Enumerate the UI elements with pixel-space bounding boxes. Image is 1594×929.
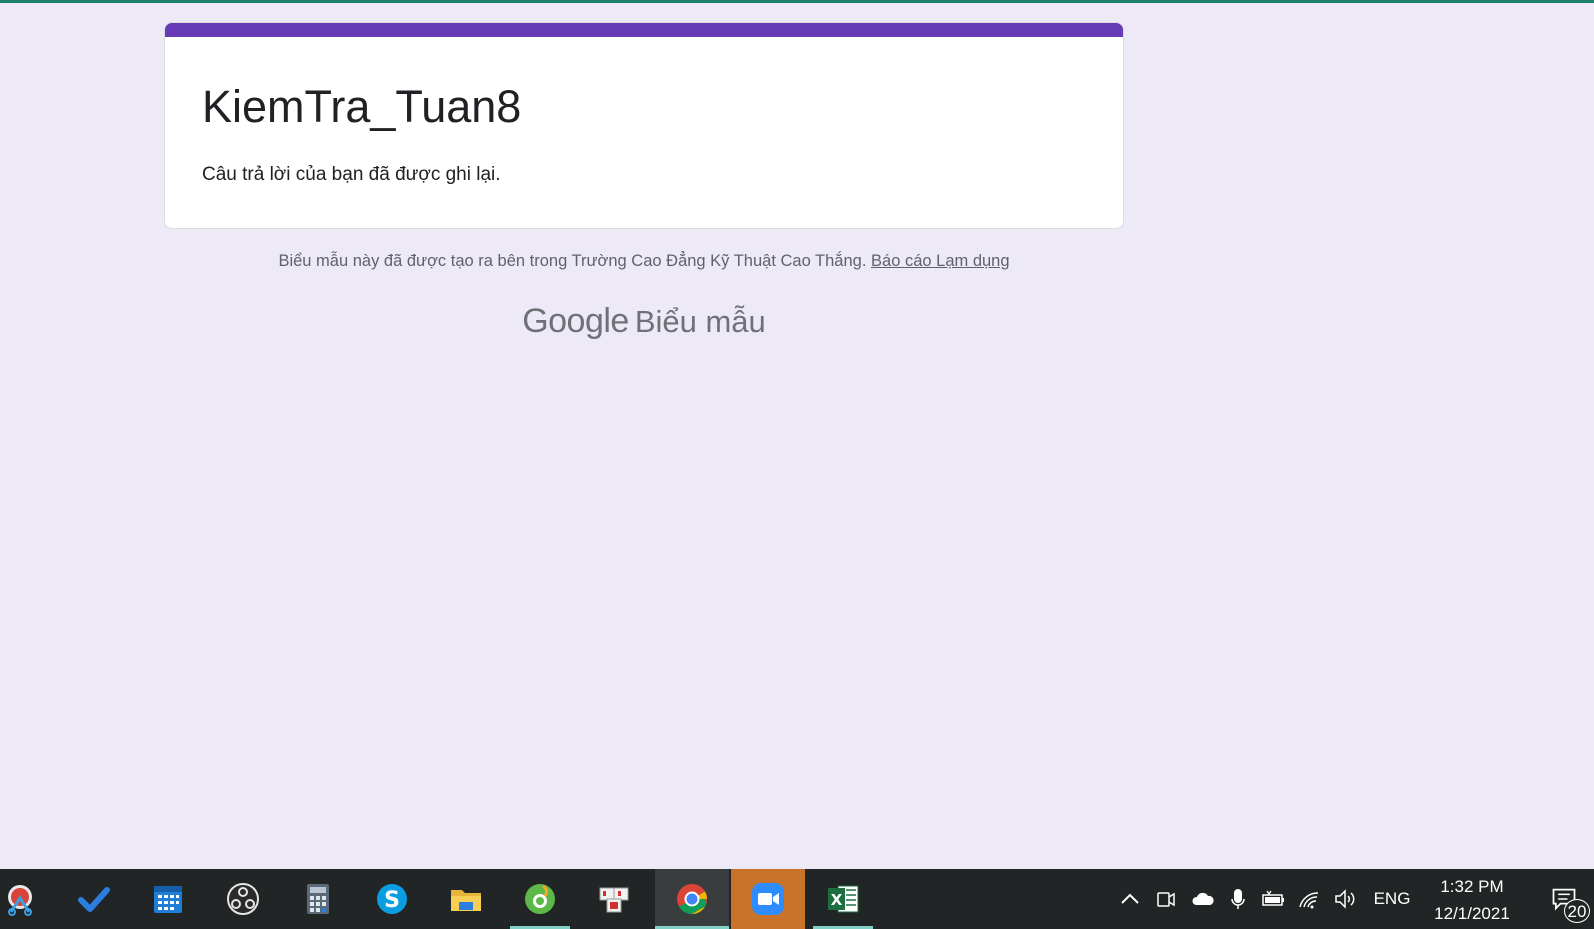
snipping-tool-icon [8,885,32,916]
taskbar-app-explorer[interactable] [436,869,496,929]
input-language[interactable]: ENG [1372,869,1412,929]
tray-meet-now[interactable] [1152,869,1180,929]
calculator-icon [307,884,329,914]
form-title: KiemTra_Tuan8 [202,81,522,132]
unikey-icon [599,887,629,913]
taskbar-app-excel[interactable]: X [813,869,873,929]
forms-wordmark: Biểu mẫu [634,304,766,339]
clock[interactable]: 1:32 PM 12/1/2021 [1422,873,1522,927]
browser-top-border [0,0,1594,3]
skype-icon: S [377,884,407,914]
zoom-icon [752,883,784,915]
taskbar-app-obs[interactable] [213,869,273,929]
taskbar-app-calendar[interactable] [138,869,198,929]
taskbar-app-chrome[interactable] [655,869,729,929]
google-wordmark: Google [522,302,629,340]
battery-charging-icon [1262,890,1284,906]
obs-icon [227,883,259,915]
taskbar-app-coccoc[interactable] [510,869,570,929]
svg-text:X: X [831,891,843,909]
meet-now-icon [1157,892,1175,907]
taskbar-app-todo[interactable] [64,869,124,929]
microphone-icon [1231,889,1245,909]
footer-note: Biểu mẫu này đã được tạo ra bên trong Tr… [164,252,1124,271]
taskbar-app-unikey[interactable] [584,869,644,929]
taskbar: S X ENG 1:32 PM 12/1/2021 20 [0,869,1594,929]
todo-icon [78,887,110,912]
clock-time: 1:32 PM [1440,877,1504,896]
wifi-icon [1299,892,1319,909]
calendar-icon [154,886,182,913]
card-accent-bar [165,23,1123,37]
tray-onedrive[interactable] [1188,869,1218,929]
excel-icon: X [828,885,859,913]
file-explorer-icon [451,890,481,911]
taskbar-app-calculator[interactable] [288,869,348,929]
taskbar-app-zoom[interactable] [731,869,805,929]
taskbar-app-skype[interactable]: S [362,869,422,929]
chevron-up-icon [1121,893,1139,904]
notification-count-badge: 20 [1564,899,1590,923]
coccoc-icon [525,884,555,914]
cloud-icon [1192,892,1214,905]
report-abuse-link[interactable]: Báo cáo Lạm dụng [871,252,1010,270]
footer-note-text: Biểu mẫu này đã được tạo ra bên trong Tr… [278,252,872,270]
clock-date: 12/1/2021 [1434,904,1510,923]
form-card: KiemTra_Tuan8 Câu trả lời của bạn đã đượ… [164,22,1124,229]
svg-text:S: S [384,888,400,913]
tray-volume[interactable] [1330,869,1360,929]
google-forms-logo[interactable]: Google Biểu mẫu [164,302,1124,341]
confirmation-message: Câu trả lời của bạn đã được ghi lại. [202,164,501,185]
tray-wifi[interactable] [1294,869,1324,929]
action-center-button[interactable]: 20 [1534,869,1594,929]
tray-microphone[interactable] [1224,869,1252,929]
speaker-icon [1335,889,1355,909]
tray-battery[interactable] [1258,869,1288,929]
chrome-icon [677,884,708,914]
taskbar-app-snipping[interactable] [0,869,50,929]
tray-show-hidden[interactable] [1116,869,1144,929]
